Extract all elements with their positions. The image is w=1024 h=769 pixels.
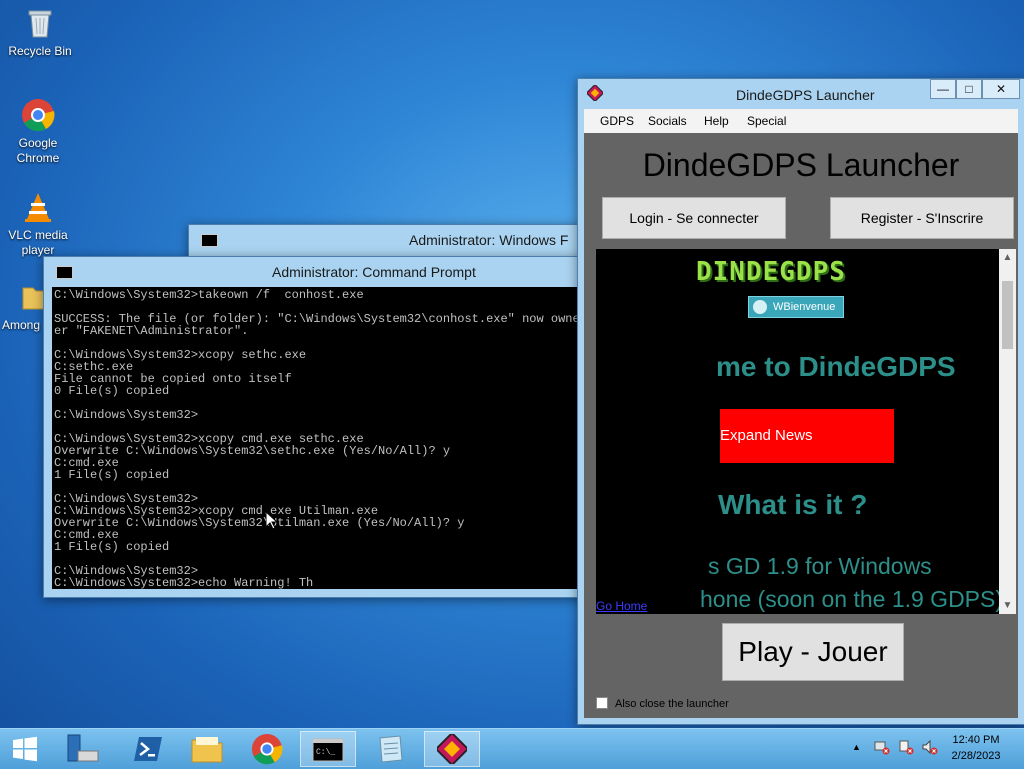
scroll-down-icon[interactable]: ▼ xyxy=(999,597,1016,614)
recycle-bin-icon xyxy=(23,6,57,40)
maximize-button[interactable]: □ xyxy=(956,79,982,99)
server-manager-icon xyxy=(67,734,99,762)
launcher-window[interactable]: DindeGDPS Launcher — □ ✕ GDPS Socials He… xyxy=(577,78,1024,725)
command-prompt-icon: C:\_ xyxy=(312,738,344,762)
launcher-heading: DindeGDPS Launcher xyxy=(642,147,960,183)
maximize-icon: □ xyxy=(965,82,973,96)
launcher-titlebar[interactable]: DindeGDPS Launcher — □ ✕ xyxy=(578,79,1024,107)
start-button[interactable] xyxy=(0,731,50,767)
welcome-heading: me to DindeGDPS xyxy=(716,351,956,382)
background-window-title: Administrator: Windows F xyxy=(409,232,569,248)
what-is-it-heading: What is it ? xyxy=(718,489,868,520)
scroll-thumb[interactable] xyxy=(1002,281,1013,349)
minimize-button[interactable]: — xyxy=(930,79,956,99)
taskbar-powershell[interactable] xyxy=(120,731,176,767)
clock-date[interactable]: 2/28/2023 xyxy=(926,750,1024,762)
close-launcher-checkbox[interactable] xyxy=(596,697,608,709)
chrome-icon xyxy=(251,733,283,765)
clock-time[interactable]: 12:40 PM xyxy=(926,734,1024,746)
expand-news-button[interactable]: Expand News xyxy=(720,409,894,463)
launcher-menubar: GDPS Socials Help Special xyxy=(584,109,1018,133)
soon-line: hone (soon on the 1.9 GDPS) xyxy=(700,586,1004,612)
news-webview[interactable]: DINDEGDPS WBienvenue me to DindeGDPS Exp… xyxy=(596,249,1016,614)
desktop-icon-vlc[interactable]: VLC media player xyxy=(0,190,78,258)
taskbar: C:\_ ▲ 12:40 PM 2/28/2023 xyxy=(0,728,1024,769)
desktop-icon-chrome[interactable]: Google Chrome xyxy=(0,98,78,166)
login-button[interactable]: Login - Se connecter xyxy=(602,197,786,239)
dindegdps-logo: DINDEGDPS xyxy=(696,257,846,287)
desktop-icon-label: Google Chrome xyxy=(16,136,60,165)
menu-help[interactable]: Help xyxy=(704,114,729,128)
notepad-icon xyxy=(379,735,403,763)
chrome-icon xyxy=(21,98,55,132)
close-launcher-label: Also close the launcher xyxy=(615,698,729,710)
play-button[interactable]: Play - Jouer xyxy=(722,623,904,681)
taskbar-server-manager[interactable] xyxy=(56,731,112,767)
welcome-badge-text: WBienvenue xyxy=(773,301,836,313)
taskbar-dindegdps-launcher[interactable] xyxy=(424,731,480,767)
vlc-icon xyxy=(21,190,55,224)
taskbar-notepad[interactable] xyxy=(362,731,418,767)
globe-icon xyxy=(753,300,767,314)
go-home-link[interactable]: Go Home xyxy=(596,599,648,613)
mouse-cursor-icon xyxy=(265,510,279,530)
desktop-icon-label: VLC media player xyxy=(8,228,68,257)
desktop-icon-label: Recycle Bin xyxy=(8,44,72,58)
powershell-icon xyxy=(134,737,162,761)
webview-scrollbar[interactable]: ▲ ▼ xyxy=(999,249,1016,614)
svg-text:C:\_: C:\_ xyxy=(316,748,335,757)
taskbar-file-explorer[interactable] xyxy=(180,731,236,767)
scroll-up-icon[interactable]: ▲ xyxy=(999,249,1016,266)
taskbar-command-prompt[interactable]: C:\_ xyxy=(300,731,356,767)
cmd-title: Administrator: Command Prompt xyxy=(272,264,476,280)
minimize-icon: — xyxy=(937,82,949,96)
taskbar-chrome[interactable] xyxy=(240,731,296,767)
windows-logo-icon xyxy=(13,736,37,762)
file-explorer-icon xyxy=(191,737,223,763)
welcome-badge: WBienvenue xyxy=(748,296,844,318)
app-logo-icon xyxy=(437,734,467,764)
menu-gdps[interactable]: GDPS xyxy=(600,114,634,128)
menu-special[interactable]: Special xyxy=(747,114,786,128)
desktop-icon-recycle-bin[interactable]: Recycle Bin xyxy=(0,6,80,59)
tray-expand-icon[interactable]: ▲ xyxy=(852,742,861,752)
network-icon[interactable] xyxy=(874,739,890,755)
menu-socials[interactable]: Socials xyxy=(648,114,687,128)
launcher-body: DindeGDPS Launcher Login - Se connecter … xyxy=(584,133,1018,718)
launcher-title: DindeGDPS Launcher xyxy=(736,87,875,103)
register-button[interactable]: Register - S'Inscrire xyxy=(830,197,1014,239)
gd-version-line: s GD 1.9 for Windows xyxy=(708,553,932,579)
app-logo-icon xyxy=(585,83,605,103)
close-icon: ✕ xyxy=(995,82,1007,96)
action-center-icon[interactable] xyxy=(898,739,914,755)
cmd-window-icon xyxy=(201,234,218,247)
close-button[interactable]: ✕ xyxy=(982,79,1020,99)
cmd-window-icon xyxy=(56,266,73,279)
